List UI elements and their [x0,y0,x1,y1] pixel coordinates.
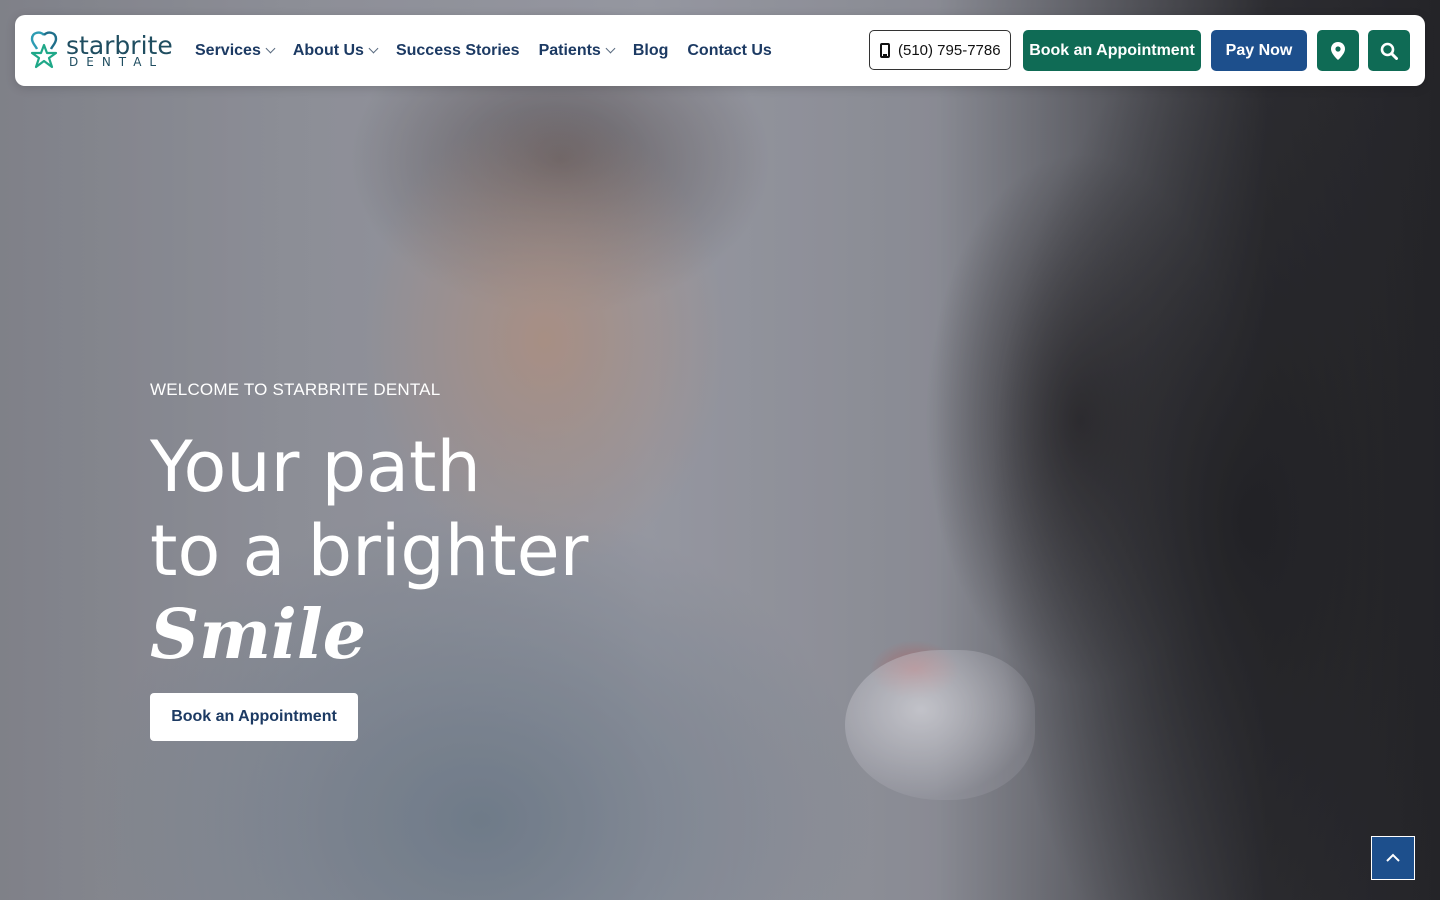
chevron-up-icon [1386,853,1400,862]
nav-item-success-stories[interactable]: Success Stories [396,42,520,60]
logo-star-icon [30,31,58,69]
logo-subtitle: DENTAL [69,55,165,69]
hero-title-line-1: Your path [150,426,481,508]
hero-book-appointment-button[interactable]: Book an Appointment [150,693,358,741]
phone-number: (510) 795-7786 [898,41,1001,59]
nav-item-label: Patients [538,41,601,59]
search-icon [1380,42,1398,60]
hero-eyebrow: WELCOME TO STARBRITE DENTAL [150,380,441,399]
nav-item-services[interactable]: Services [195,41,276,60]
book-appointment-button[interactable]: Book an Appointment [1023,30,1201,71]
chevron-down-icon [605,43,616,54]
nav-item-label: About Us [292,41,364,59]
nav-item-contact-us[interactable]: Contact Us [687,42,771,60]
main-nav: Services About Us Success Stories Patien… [195,15,791,86]
scroll-to-top-button[interactable] [1371,836,1415,880]
logo[interactable]: starbrite DENTAL [29,31,173,71]
site-header: starbrite DENTAL Services About Us Succe… [15,15,1425,86]
location-button[interactable] [1317,30,1359,71]
nav-item-patients[interactable]: Patients [538,41,616,60]
nav-item-label: Services [195,41,261,59]
chevron-down-icon [368,43,379,54]
nav-item-label: Blog [632,41,669,59]
chevron-down-icon [265,43,276,54]
nav-item-about-us[interactable]: About Us [292,41,379,60]
pay-now-button[interactable]: Pay Now [1211,30,1307,71]
phone-button[interactable]: (510) 795-7786 [869,30,1011,70]
nav-item-label: Success Stories [395,41,520,59]
nav-item-blog[interactable]: Blog [633,42,669,60]
search-button[interactable] [1368,30,1410,71]
map-pin-icon [1331,41,1345,60]
hero-title-line-2: to a brighter [150,510,589,592]
nav-item-label: Contact Us [687,41,772,59]
hero-title: Your path to a brighter Smile [150,425,588,677]
hero-title-line-3: Smile [150,595,366,675]
mobile-phone-icon [880,42,890,58]
